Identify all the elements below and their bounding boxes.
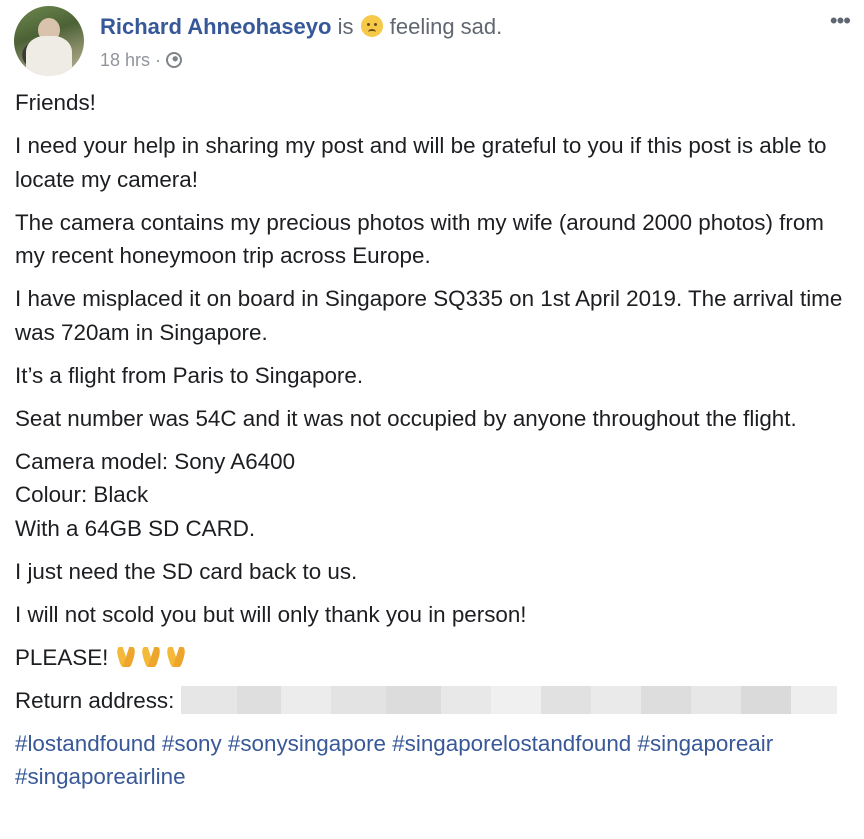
camera-colour-line: Colour: Black [15, 482, 149, 507]
post-paragraph: Friends! [15, 90, 96, 115]
avatar[interactable] [14, 6, 84, 76]
return-address-label: Return address: [15, 687, 175, 713]
timestamp-link[interactable]: 18 hrs [100, 50, 150, 70]
blurred-address [180, 685, 837, 714]
hashtag-link[interactable]: #sony [162, 731, 222, 756]
hashtag-list: #lostandfound #sony #sonysingapore #sing… [15, 727, 846, 794]
meta-separator: · [155, 50, 162, 70]
author-line: Richard Ahneohaseyo is feeling sad. [100, 12, 502, 42]
more-options-icon[interactable]: ••• [830, 10, 851, 32]
camera-details: Camera model: Sony A6400 Colour: Black W… [15, 445, 846, 546]
post-header: Richard Ahneohaseyo is feeling sad. 18 h… [14, 6, 851, 76]
post-paragraph: I need your help in sharing my post and … [15, 133, 827, 192]
please-line: PLEASE! [15, 641, 846, 675]
hashtag-link[interactable]: #singaporeair [638, 731, 774, 756]
please-text: PLEASE! [15, 644, 109, 670]
hashtag-link[interactable]: #singaporelostandfound [392, 731, 631, 756]
sad-face-icon [360, 15, 383, 37]
is-word: is [337, 14, 354, 39]
post-paragraph: I just need the SD card back to us. [15, 558, 358, 584]
praying-hands-icon [165, 646, 187, 668]
camera-model-line: Camera model: Sony A6400 [15, 448, 296, 474]
hashtag-link[interactable]: #singaporeairline [15, 764, 186, 789]
sd-card-line: With a 64GB SD CARD. [15, 515, 256, 541]
return-address-line: Return address: [15, 684, 846, 718]
post-paragraph: I will not scold you but will only thank… [15, 601, 527, 627]
avatar-dress [26, 36, 72, 76]
hashtag-link[interactable]: #sonysingapore [228, 731, 386, 756]
post-paragraph: It’s a flight from Paris to Singapore. [15, 362, 364, 388]
post-meta: 18 hrs · [100, 48, 183, 72]
post-paragraph: Seat number was 54C and it was not occup… [15, 405, 797, 431]
feeling-text[interactable]: feeling sad. [390, 14, 503, 39]
post-paragraph: I have misplaced it on board in Singapor… [15, 286, 843, 345]
hashtag-link[interactable]: #lostandfound [15, 731, 156, 756]
author-name-link[interactable]: Richard Ahneohaseyo [100, 14, 331, 39]
praying-hands-icon [115, 646, 137, 668]
praying-hands-icon [140, 646, 162, 668]
post-body: Friends! I need your help in sharing my … [15, 86, 846, 803]
globe-icon[interactable] [166, 52, 183, 68]
post-paragraph: The camera contains my precious photos w… [15, 209, 824, 269]
